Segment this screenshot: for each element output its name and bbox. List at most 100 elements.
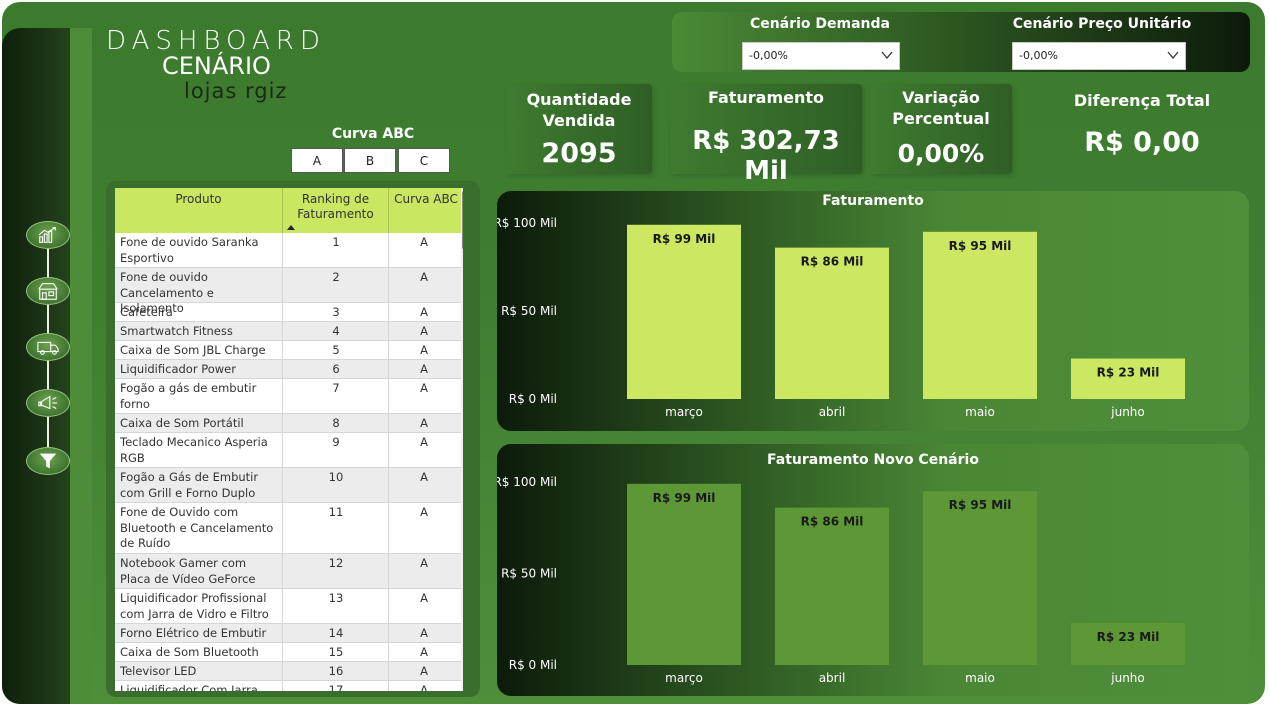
revenue-chart-panel: Faturamento R$ 0 Mil R$ 50 Mil R$ 100 Mil R… — [497, 191, 1249, 431]
column-header-product[interactable]: Produto — [115, 188, 283, 233]
page-subtitle: CENÁRIO — [162, 52, 271, 80]
price-scenario-dropdown[interactable]: -0,00% — [1012, 42, 1186, 70]
column-header-abc[interactable]: Curva ABC — [389, 188, 463, 233]
data-label: R$ 95 Mil — [949, 498, 1012, 512]
nav-button-sales[interactable] — [26, 221, 70, 249]
cell-product: Fone de ouvido Saranka Esportivo — [120, 235, 259, 265]
table-row[interactable]: Fone de Ouvido com Bluetooth e Cancelame… — [115, 503, 463, 554]
demand-scenario-value: -0,00% — [749, 49, 788, 62]
nav-button-stores[interactable] — [26, 277, 70, 305]
data-label: R$ 99 Mil — [653, 232, 716, 246]
cell-ranking: 3 — [332, 305, 340, 319]
data-label: R$ 95 Mil — [949, 239, 1012, 253]
table-row[interactable]: Notebook Gamer com Placa de Vídeo GeForc… — [115, 554, 463, 589]
cell-product: Fogão a Gás de Embutir com Grill e Forno… — [120, 470, 259, 500]
cell-ranking: 16 — [328, 664, 344, 678]
table-row[interactable]: Fone de ouvido Cancelamento e Isolamento… — [115, 268, 463, 315]
megaphone-icon — [38, 395, 58, 410]
nav-button-marketing[interactable] — [26, 389, 70, 417]
column-header-ranking[interactable]: Ranking de Faturamento — [283, 188, 389, 233]
table-row[interactable]: Smartwatch Fitness 4 A — [115, 322, 463, 341]
cell-ranking: 17 — [328, 683, 344, 691]
scenario-panel: Cenário Demanda -0,00% Cenário Preço Uni… — [672, 12, 1250, 72]
cell-product: Fone de Ouvido com Bluetooth e Cancelame… — [120, 505, 274, 550]
table-row[interactable]: Fogão a gás de embutir forno 7 A — [115, 379, 463, 414]
table-row[interactable]: Caixa de Som JBL Charge 5 A — [115, 341, 463, 360]
data-label: R$ 86 Mil — [801, 255, 864, 269]
cell-product: Televisor LED — [120, 664, 197, 678]
y-tick-label: R$ 0 Mil — [509, 658, 557, 672]
table-row[interactable]: Caixa de Som Portátil 8 A — [115, 414, 463, 433]
data-label: R$ 99 Mil — [653, 491, 716, 505]
x-tick-label: junho — [1110, 405, 1145, 419]
bar[interactable] — [775, 247, 889, 399]
bar[interactable] — [775, 507, 889, 665]
bar[interactable] — [627, 224, 741, 399]
kpi-difference-value: R$ 0,00 — [1084, 127, 1200, 158]
data-label: R$ 23 Mil — [1097, 366, 1160, 380]
cell-product: Caixa de Som Portátil — [120, 416, 244, 430]
cell-abc: A — [420, 270, 428, 284]
cell-product: Fogão a gás de embutir forno — [120, 381, 257, 411]
y-tick-label: R$ 100 Mil — [497, 216, 557, 230]
kpi-quantity-value: 2095 — [541, 138, 617, 169]
table-scrollbar[interactable] — [461, 188, 463, 691]
data-label: R$ 23 Mil — [1097, 630, 1160, 644]
cell-product: Liquidificador Power — [120, 362, 236, 376]
cell-product: Liquidificador Profissional com Jarra de… — [120, 591, 269, 621]
chevron-down-icon — [881, 51, 893, 60]
demand-scenario-dropdown[interactable]: -0,00% — [742, 42, 900, 70]
store-name: lojas rgiz — [184, 79, 288, 103]
kpi-card-quantity: Quantidade Vendida 2095 — [506, 84, 652, 174]
cell-abc: A — [420, 324, 428, 338]
cell-abc: A — [420, 505, 428, 519]
table-row[interactable]: Forno Elétrico de Embutir 14 A — [115, 624, 463, 643]
abc-filter-c[interactable]: C — [398, 148, 450, 173]
cell-ranking: 10 — [328, 470, 344, 484]
nav-button-logistics[interactable] — [26, 333, 70, 361]
kpi-card-revenue: Faturamento R$ 302,73 Mil — [670, 84, 862, 186]
abc-filter-a[interactable]: A — [291, 148, 343, 173]
cell-ranking: 6 — [332, 362, 340, 376]
table-row[interactable]: Teclado Mecanico Asperia RGB 9 A — [115, 433, 463, 468]
bar[interactable] — [923, 231, 1037, 399]
cell-abc: A — [420, 664, 428, 678]
table-row[interactable]: Fogão a Gás de Embutir com Grill e Forno… — [115, 468, 463, 503]
data-label: R$ 86 Mil — [801, 515, 864, 529]
chart-growth-icon — [38, 227, 56, 243]
price-scenario-value: -0,00% — [1019, 49, 1058, 62]
bar[interactable] — [923, 491, 1037, 665]
cell-abc: A — [420, 381, 428, 395]
cell-ranking: 13 — [328, 591, 344, 605]
table-row[interactable]: Liquidificador Com Jarra 17 A — [115, 681, 463, 691]
scrollbar-thumb[interactable] — [462, 190, 463, 250]
cell-ranking: 8 — [332, 416, 340, 430]
cell-abc: A — [420, 626, 428, 640]
cell-product: Teclado Mecanico Asperia RGB — [120, 435, 268, 465]
cell-product: Liquidificador Com Jarra — [120, 683, 258, 691]
table-row[interactable]: Cafeteira 3 A — [115, 303, 463, 322]
bar[interactable] — [627, 483, 741, 665]
y-tick-label: R$ 100 Mil — [497, 475, 557, 489]
cell-abc: A — [420, 591, 428, 605]
table-row[interactable]: Caixa de Som Bluetooth 15 A — [115, 643, 463, 662]
x-tick-label: abril — [819, 671, 846, 685]
new-scenario-chart-panel: Faturamento Novo Cenário R$ 0 Mil R$ 50 M… — [497, 444, 1249, 696]
kpi-revenue-label: Faturamento — [707, 88, 825, 107]
cell-ranking: 7 — [332, 381, 340, 395]
kpi-variation-label: Variação Percentual — [892, 88, 990, 128]
table-row[interactable]: Liquidificador Power 6 A — [115, 360, 463, 379]
bar-chart-svg: R$ 0 Mil R$ 50 Mil R$ 100 Mil R$ 99 Mil març… — [497, 216, 1185, 419]
price-scenario-label: Cenário Preço Unitário — [1012, 16, 1192, 32]
table-row[interactable]: Fone de ouvido Saranka Esportivo 1 A — [115, 233, 463, 268]
product-table[interactable]: Produto Ranking de Faturamento Curva ABC… — [115, 188, 463, 691]
cell-ranking: 14 — [328, 626, 344, 640]
cell-abc: A — [420, 305, 428, 319]
cell-ranking: 4 — [332, 324, 340, 338]
filter-icon — [39, 453, 57, 469]
cell-abc: A — [420, 416, 428, 430]
table-row[interactable]: Liquidificador Profissional com Jarra de… — [115, 589, 463, 624]
table-row[interactable]: Televisor LED 16 A — [115, 662, 463, 681]
abc-filter-b[interactable]: B — [344, 148, 396, 173]
nav-button-filters[interactable] — [26, 447, 70, 475]
